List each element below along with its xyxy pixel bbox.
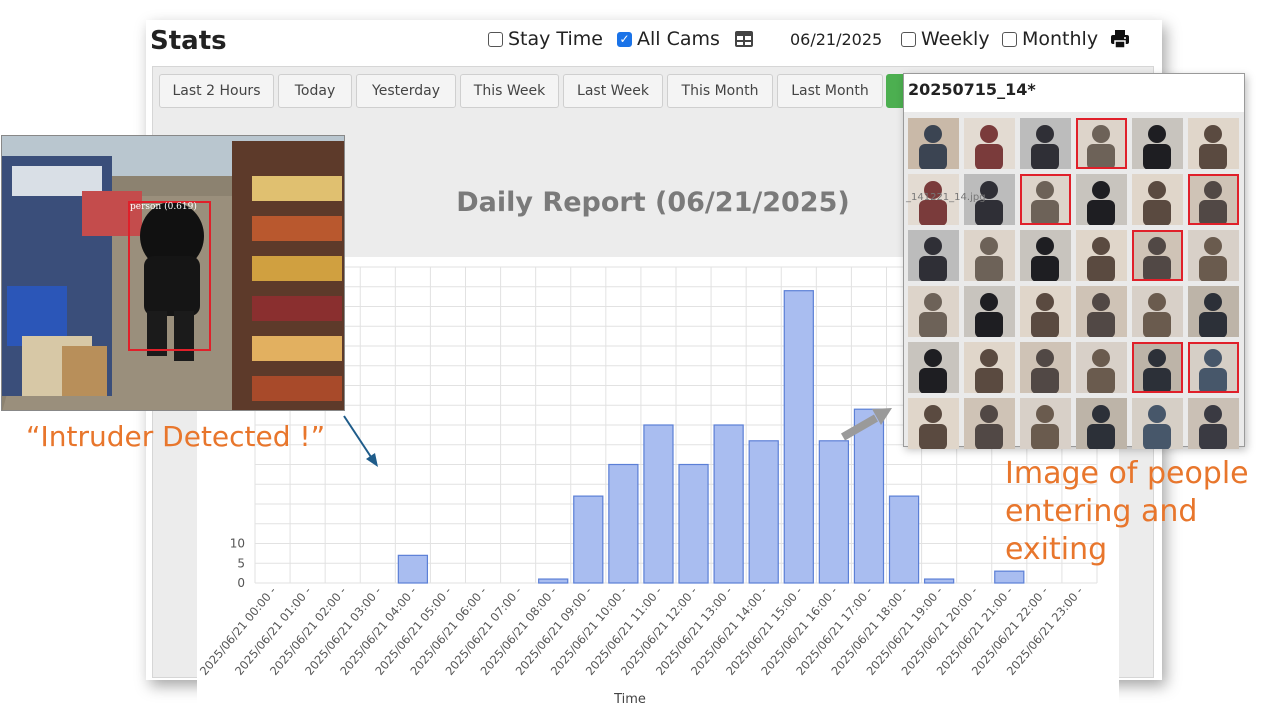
- person-thumbnail[interactable]: [1132, 398, 1183, 449]
- person-thumbnail[interactable]: [1188, 174, 1239, 225]
- gallery-filename: _141221_14.jpg: [906, 192, 986, 203]
- person-thumbnail[interactable]: [1020, 398, 1071, 449]
- people-gallery: 20250715_14* _141221_14.jpg: [903, 73, 1245, 449]
- person-thumbnail[interactable]: [908, 118, 959, 169]
- person-thumbnail[interactable]: [1076, 118, 1127, 169]
- person-thumbnail[interactable]: [1076, 174, 1127, 225]
- person-thumbnail[interactable]: [908, 230, 959, 281]
- person-thumbnail[interactable]: [1188, 342, 1239, 393]
- person-thumbnail[interactable]: [1132, 230, 1183, 281]
- person-thumbnail[interactable]: [908, 286, 959, 337]
- person-thumbnail[interactable]: [908, 342, 959, 393]
- person-thumbnail[interactable]: [1188, 118, 1239, 169]
- thumbnail-grid: [904, 112, 1244, 449]
- person-thumbnail[interactable]: [964, 398, 1015, 449]
- person-thumbnail[interactable]: [908, 398, 959, 449]
- person-thumbnail[interactable]: [1188, 230, 1239, 281]
- gallery-title: 20250715_14*: [908, 80, 1036, 99]
- person-thumbnail[interactable]: [1020, 230, 1071, 281]
- screen: Stats Stay Time ✓ All Cams 06/21/2025 Wee…: [0, 0, 1279, 728]
- person-thumbnail[interactable]: [1076, 342, 1127, 393]
- intruder-arrow-head: [366, 453, 378, 467]
- gallery-arrow-line: [841, 414, 878, 441]
- person-thumbnail[interactable]: [1188, 398, 1239, 449]
- gallery-caption-line3: exiting: [1005, 532, 1108, 567]
- gallery-caption-line2: entering and: [1005, 494, 1198, 529]
- person-thumbnail[interactable]: [964, 230, 1015, 281]
- gallery-caption-line1: Image of people: [1005, 456, 1249, 491]
- person-thumbnail[interactable]: [1076, 286, 1127, 337]
- gallery-caption: Image of people entering and exiting: [1005, 455, 1249, 569]
- intruder-arrow-line: [343, 415, 374, 461]
- person-thumbnail[interactable]: [1188, 286, 1239, 337]
- person-thumbnail[interactable]: [964, 286, 1015, 337]
- person-thumbnail[interactable]: [1020, 342, 1071, 393]
- person-thumbnail[interactable]: [1132, 118, 1183, 169]
- person-thumbnail[interactable]: [1132, 342, 1183, 393]
- person-thumbnail[interactable]: [964, 118, 1015, 169]
- person-thumbnail[interactable]: [1020, 118, 1071, 169]
- person-thumbnail[interactable]: [1020, 286, 1071, 337]
- person-thumbnail[interactable]: [964, 342, 1015, 393]
- person-thumbnail[interactable]: [1020, 174, 1071, 225]
- person-thumbnail[interactable]: [1076, 230, 1127, 281]
- person-thumbnail[interactable]: [1076, 398, 1127, 449]
- person-thumbnail[interactable]: [1132, 174, 1183, 225]
- person-thumbnail[interactable]: [1132, 286, 1183, 337]
